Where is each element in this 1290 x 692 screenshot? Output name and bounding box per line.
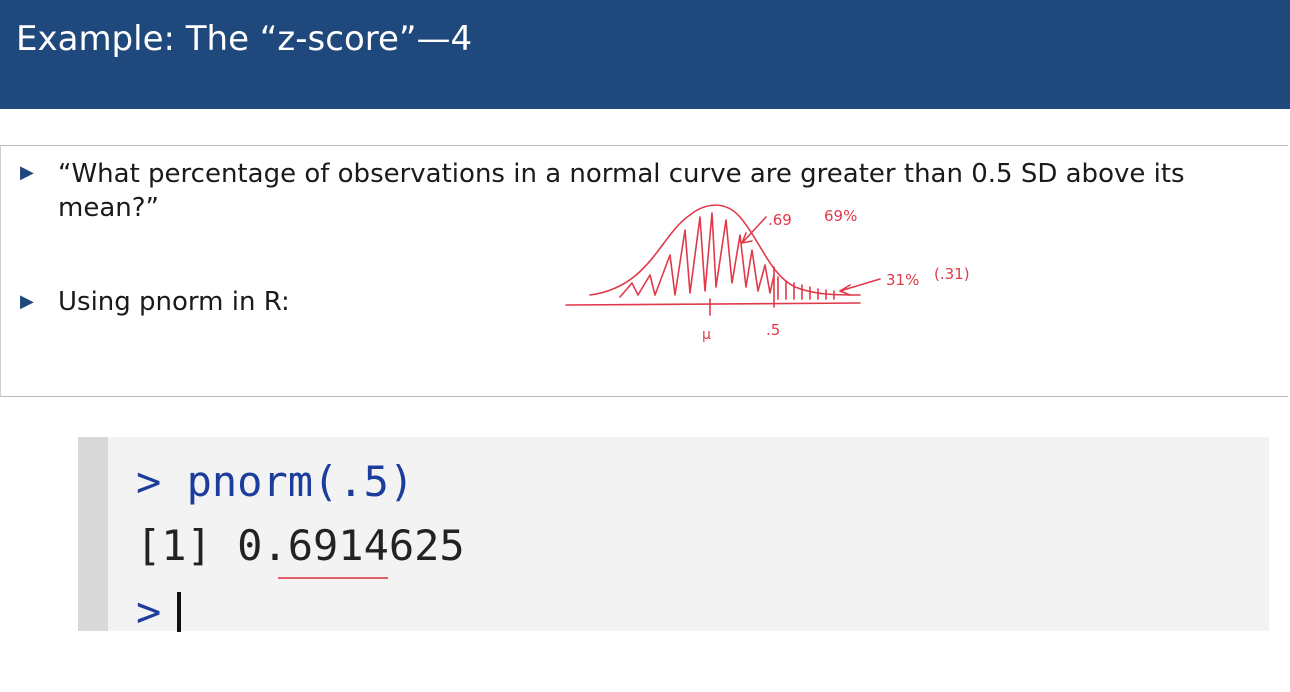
console-prompt: > <box>136 457 162 506</box>
handwritten-underline <box>278 577 388 579</box>
sketch-curve <box>589 204 861 296</box>
console-command-line: > pnorm(.5) <box>136 457 414 507</box>
console-input-line[interactable]: > <box>136 587 182 637</box>
sketch-arrow-left <box>741 216 767 244</box>
title-bar: Example: The “z-score”—4 <box>0 0 1290 109</box>
text-cursor <box>177 592 182 632</box>
sketch-left-value: .69 <box>768 211 792 229</box>
sketch-arrow-right <box>839 278 881 296</box>
slide-title: Example: The “z-score”—4 <box>16 19 473 59</box>
sketch-mu-label: μ <box>702 327 711 343</box>
normal-curve-sketch: .69 69% 31% (.31) μ .5 <box>565 204 970 343</box>
bullet-pnorm: Using pnorm in R: <box>58 287 290 317</box>
bullet-marker-icon: ▶ <box>20 162 34 183</box>
sketch-right-value: 31% <box>886 271 919 289</box>
sketch-shading-left <box>619 212 775 298</box>
bullet-marker-icon: ▶ <box>20 291 34 312</box>
console-output-line: [1] 0.6914625 <box>136 521 465 570</box>
console-command: pnorm(.5) <box>186 457 415 506</box>
sketch-baseline <box>565 302 861 306</box>
sketch-right-paren: (.31) <box>934 265 970 283</box>
console-gutter <box>78 437 108 631</box>
console-next-prompt: > <box>136 587 162 636</box>
r-console[interactable]: > pnorm(.5) [1] 0.6914625 > <box>78 437 1269 636</box>
sketch-z-label: .5 <box>766 321 780 339</box>
sketch-left-percent: 69% <box>824 207 857 225</box>
sketch-shading-right <box>777 276 835 300</box>
